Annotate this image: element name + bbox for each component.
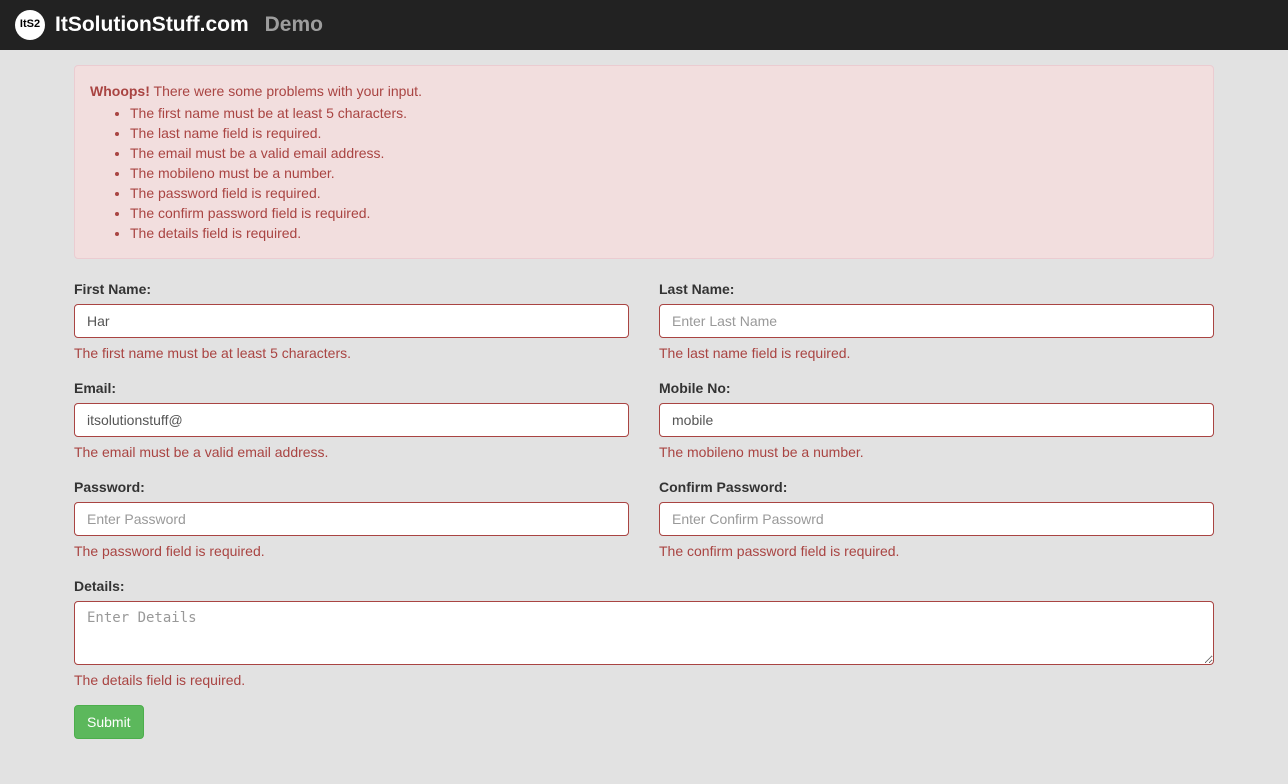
last-name-error: The last name field is required.: [659, 343, 1214, 363]
navbar-brand[interactable]: ItS2 ItSolutionStuff.com Demo: [15, 10, 323, 40]
first-name-label: First Name:: [74, 279, 151, 299]
alert-error-item: The password field is required.: [130, 183, 1198, 203]
details-error: The details field is required.: [74, 670, 1214, 690]
email-input[interactable]: [74, 403, 629, 437]
logo-text: ItS2: [20, 17, 40, 33]
alert-error-item: The confirm password field is required.: [130, 203, 1198, 223]
last-name-input[interactable]: [659, 304, 1214, 338]
confirm-password-input[interactable]: [659, 502, 1214, 536]
mobile-no-label: Mobile No:: [659, 378, 731, 398]
first-name-input[interactable]: [74, 304, 629, 338]
password-input[interactable]: [74, 502, 629, 536]
password-label: Password:: [74, 477, 145, 497]
confirm-password-label: Confirm Password:: [659, 477, 787, 497]
details-label: Details:: [74, 576, 125, 596]
form-group-confirm-password: Confirm Password: The confirm password f…: [659, 477, 1214, 561]
email-label: Email:: [74, 378, 116, 398]
logo-icon: ItS2: [15, 10, 45, 40]
confirm-password-error: The confirm password field is required.: [659, 541, 1214, 561]
details-textarea[interactable]: [74, 601, 1214, 665]
alert-error-item: The details field is required.: [130, 223, 1198, 243]
alert-error-item: The last name field is required.: [130, 123, 1198, 143]
form-group-submit: Submit: [74, 705, 1214, 739]
form-group-email: Email: The email must be a valid email a…: [74, 378, 629, 462]
form-group-details: Details: The details field is required.: [74, 576, 1214, 690]
brand-subtitle: Demo: [265, 10, 323, 40]
alert-error-item: The mobileno must be a number.: [130, 163, 1198, 183]
submit-button[interactable]: Submit: [74, 705, 144, 739]
email-error: The email must be a valid email address.: [74, 442, 629, 462]
brand-title: ItSolutionStuff.com: [55, 10, 249, 40]
last-name-label: Last Name:: [659, 279, 734, 299]
main-container: Whoops! There were some problems with yo…: [59, 50, 1229, 754]
password-error: The password field is required.: [74, 541, 629, 561]
form-group-mobile-no: Mobile No: The mobileno must be a number…: [659, 378, 1214, 462]
error-alert: Whoops! There were some problems with yo…: [74, 65, 1214, 259]
navbar: ItS2 ItSolutionStuff.com Demo: [0, 0, 1288, 50]
alert-error-item: The first name must be at least 5 charac…: [130, 103, 1198, 123]
form-group-last-name: Last Name: The last name field is requir…: [659, 279, 1214, 363]
alert-error-item: The email must be a valid email address.: [130, 143, 1198, 163]
alert-heading: Whoops!: [90, 83, 150, 99]
alert-error-list: The first name must be at least 5 charac…: [90, 103, 1198, 243]
form-group-password: Password: The password field is required…: [74, 477, 629, 561]
first-name-error: The first name must be at least 5 charac…: [74, 343, 629, 363]
form-group-first-name: First Name: The first name must be at le…: [74, 279, 629, 363]
mobile-no-input[interactable]: [659, 403, 1214, 437]
alert-message: There were some problems with your input…: [150, 83, 422, 99]
mobile-no-error: The mobileno must be a number.: [659, 442, 1214, 462]
